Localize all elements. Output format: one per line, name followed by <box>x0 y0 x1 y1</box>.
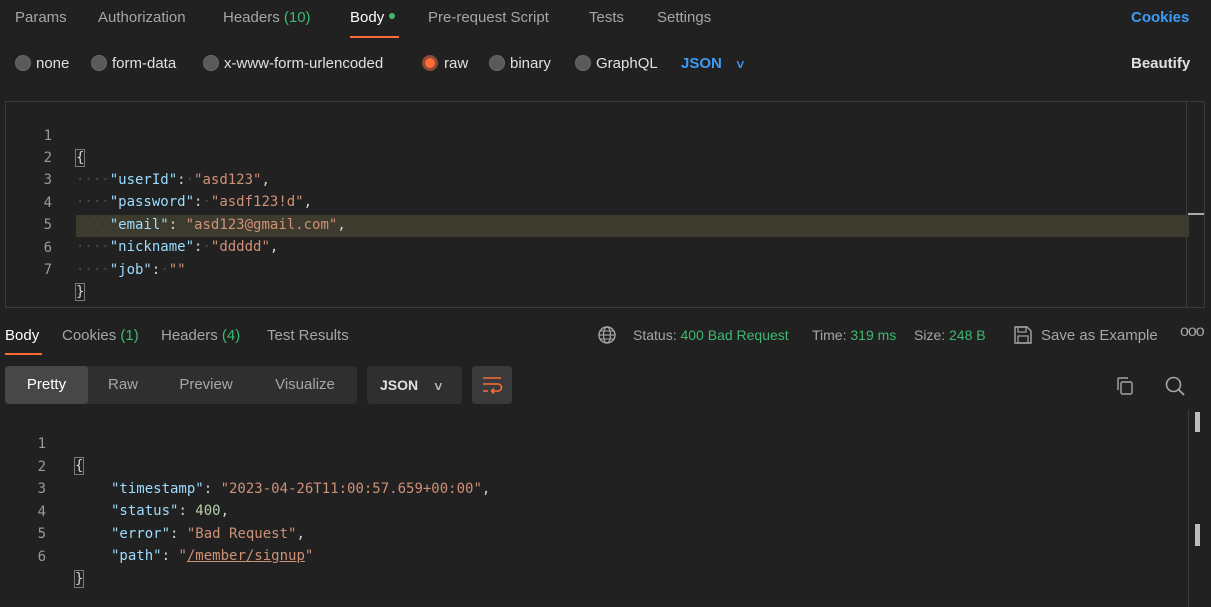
response-status[interactable]: Status: 400 Bad Request <box>633 327 789 343</box>
view-visualize-button[interactable]: Visualize <box>262 366 348 404</box>
beautify-button[interactable]: Beautify <box>1131 55 1190 72</box>
view-mode-group: Pretty Raw Preview Visualize <box>5 366 357 404</box>
status-value: 400 Bad Request <box>680 327 789 343</box>
tab-headers[interactable]: Headers (10) <box>223 9 311 26</box>
response-size[interactable]: Size: 248 B <box>914 327 986 343</box>
editor-scrollbar[interactable] <box>1186 102 1187 307</box>
path-link[interactable]: /member/signup <box>187 548 305 564</box>
size-label: Size: <box>914 327 946 343</box>
json-key: "path" <box>111 548 162 564</box>
tab-tests[interactable]: Tests <box>589 9 624 26</box>
response-tab-body[interactable]: Body <box>5 327 39 344</box>
cookies-link[interactable]: Cookies <box>1131 9 1189 26</box>
language-dropdown-value: JSON <box>681 55 722 72</box>
view-preview-button[interactable]: Preview <box>165 366 247 404</box>
code-line: 6 } <box>0 524 1185 588</box>
response-time[interactable]: Time: 319 ms <box>812 327 896 343</box>
tab-body-label: Body <box>350 9 385 26</box>
response-tab-cookies-count: (1) <box>120 327 139 344</box>
response-tab-test-results[interactable]: Test Results <box>267 327 349 344</box>
code-line: 5 "path": "/member/signup" <box>0 501 1185 564</box>
radio-graphql-label[interactable]: GraphQL <box>596 55 658 72</box>
radio-none[interactable] <box>15 55 31 71</box>
code-line: 3 ····"password":·"asdf123!d", <box>6 147 1186 210</box>
language-dropdown[interactable]: JSON ∨ <box>681 55 746 72</box>
radio-urlencoded-label[interactable]: x-www-form-urlencoded <box>224 55 383 72</box>
view-raw-button[interactable]: Raw <box>93 366 153 404</box>
response-format-dropdown[interactable]: JSON ∨ <box>367 366 462 404</box>
cursor-position-marker <box>1188 213 1204 215</box>
radio-form-data-label[interactable]: form-data <box>112 55 176 72</box>
code-line: 4 ····"email":·"asd123@gmail.com", <box>6 170 1186 233</box>
scrollbar-marker <box>1195 524 1200 546</box>
code-line: 4 "error": "Bad Request", <box>0 479 1185 542</box>
response-body-viewer[interactable]: 1 { 2 "timestamp": "2023-04-26T11:00:57.… <box>0 410 1211 607</box>
tab-body[interactable]: Body <box>350 9 396 26</box>
request-tabs: Params Authorization Headers (10) Body P… <box>0 0 1211 40</box>
code-line: 6 ····"job":·"" <box>6 215 1186 278</box>
chevron-down-icon: ∨ <box>734 57 746 71</box>
scrollbar-marker <box>1195 412 1200 432</box>
radio-form-data[interactable] <box>91 55 107 71</box>
body-type-selector: none form-data x-www-form-urlencoded raw… <box>0 50 1211 80</box>
response-tab-headers-label: Headers <box>161 327 218 344</box>
code-line: 1 { <box>0 411 1185 475</box>
code-line: 2 ····"userId":·"asd123", <box>6 125 1186 188</box>
radio-graphql[interactable] <box>575 55 591 71</box>
size-value: 248 B <box>949 327 986 343</box>
save-as-example-button[interactable]: Save as Example <box>1041 327 1158 344</box>
tab-authorization[interactable]: Authorization <box>98 9 186 26</box>
response-format-value: JSON <box>380 377 419 393</box>
tab-settings[interactable]: Settings <box>657 9 711 26</box>
radio-raw[interactable] <box>422 55 438 71</box>
response-tab-headers-count: (4) <box>221 327 241 344</box>
active-tab-indicator <box>350 36 399 38</box>
response-header: Body Cookies (1) Headers (4) Test Result… <box>0 318 1211 358</box>
more-options-icon[interactable]: ooo <box>1180 323 1205 341</box>
copy-icon[interactable] <box>1114 375 1136 397</box>
json-brace: } <box>74 283 86 301</box>
tab-headers-label: Headers <box>223 9 280 26</box>
line-number: 7 <box>43 262 52 278</box>
time-label: Time: <box>812 327 847 343</box>
response-scrollbar[interactable] <box>1188 410 1189 607</box>
search-icon[interactable] <box>1164 375 1186 397</box>
time-value: 319 ms <box>850 327 897 343</box>
code-line: 3 "status": 400, <box>0 456 1185 519</box>
globe-icon[interactable] <box>597 325 617 345</box>
response-tab-cookies-label: Cookies <box>62 327 117 344</box>
code-line: 1 { <box>6 103 1186 167</box>
radio-binary[interactable] <box>489 55 505 71</box>
radio-urlencoded[interactable] <box>203 55 219 71</box>
chevron-down-icon: ∨ <box>432 379 445 393</box>
json-brace: } <box>73 570 85 588</box>
json-key: "job" <box>109 262 152 278</box>
active-response-tab-indicator <box>5 353 42 355</box>
body-modified-dot-icon <box>389 13 396 20</box>
view-pretty-button[interactable]: Pretty <box>5 366 88 404</box>
wrap-lines-icon[interactable] <box>472 366 512 404</box>
code-line: 5 ····"nickname":·"ddddd", <box>6 192 1186 255</box>
response-tab-headers[interactable]: Headers (4) <box>161 327 240 344</box>
code-line: 2 "timestamp": "2023-04-26T11:00:57.659+… <box>0 434 1185 497</box>
code-line: 7 } <box>6 237 1186 301</box>
radio-raw-label[interactable]: raw <box>444 55 468 72</box>
response-tab-cookies[interactable]: Cookies (1) <box>62 327 139 344</box>
radio-none-label[interactable]: none <box>36 55 69 72</box>
json-value: "" <box>168 262 186 278</box>
status-label: Status: <box>633 327 677 343</box>
save-icon[interactable] <box>1012 325 1034 345</box>
tab-headers-count: (10) <box>283 9 311 26</box>
tab-pre-request-script[interactable]: Pre-request Script <box>428 9 549 26</box>
tab-params[interactable]: Params <box>15 9 67 26</box>
line-number: 6 <box>37 549 46 565</box>
radio-binary-label[interactable]: binary <box>510 55 551 72</box>
request-body-editor[interactable]: 1 { 2 ····"userId":·"asd123", 3 ····"pas… <box>5 101 1205 308</box>
